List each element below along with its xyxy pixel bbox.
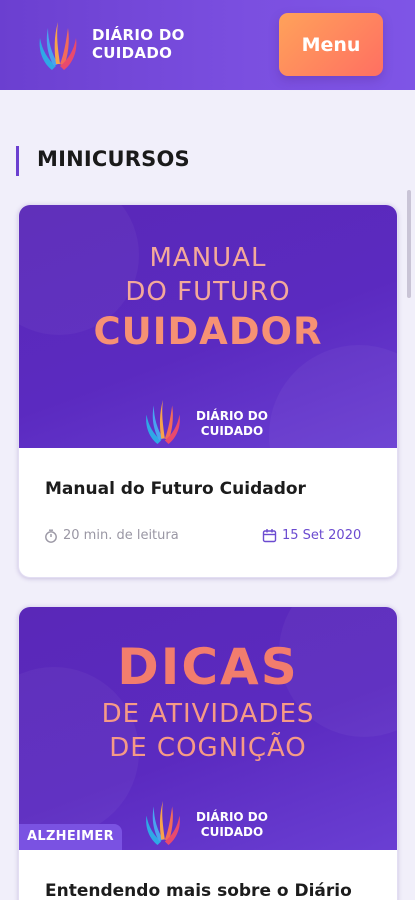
banner-brand-line-2: CUIDADO (200, 825, 264, 839)
logo-hands-icon (146, 801, 180, 845)
course-banner[interactable]: DICAS DE ATIVIDADES DE COGNIÇÃO DIÁRIO D… (19, 607, 397, 850)
banner-brand-line-2: CUIDADO (200, 424, 264, 438)
course-card[interactable]: MANUAL DO FUTURO CUIDADOR DIÁRIO DO CUID… (18, 204, 398, 578)
brand-name[interactable]: DIÁRIO DO CUIDADO (92, 26, 185, 62)
banner-brand-line-1: DIÁRIO DO (196, 409, 268, 423)
banner-line-3: CUIDADOR (93, 310, 323, 353)
banner-line-1: DICAS (117, 638, 299, 696)
course-banner[interactable]: MANUAL DO FUTURO CUIDADOR DIÁRIO DO CUID… (19, 205, 397, 448)
banner-line-3: DE COGNIÇÃO (109, 733, 307, 763)
publish-date-label: 15 Set 2020 (282, 528, 362, 543)
app-header: DIÁRIO DO CUIDADO Menu (0, 0, 415, 90)
publish-date: 15 Set 2020 (262, 528, 361, 543)
course-card[interactable]: DICAS DE ATIVIDADES DE COGNIÇÃO DIÁRIO D… (18, 606, 398, 900)
brand-line-2: CUIDADO (92, 44, 173, 62)
logo-hands-icon[interactable] (34, 20, 82, 72)
banner-brand: DIÁRIO DO CUIDADO (196, 810, 268, 840)
banner-brand: DIÁRIO DO CUIDADO (196, 409, 268, 439)
calendar-icon (262, 529, 277, 543)
menu-button[interactable]: Menu (279, 13, 383, 76)
category-tag[interactable]: ALZHEIMER (19, 824, 122, 850)
read-time: 20 min. de leitura (44, 528, 179, 543)
banner-line-2: DE ATIVIDADES (101, 699, 315, 729)
course-title[interactable]: Manual do Futuro Cuidador (45, 479, 306, 499)
brand-line-1: DIÁRIO DO (92, 26, 185, 44)
section-accent-bar (16, 146, 19, 176)
banner-line-1: MANUAL (149, 243, 267, 273)
scrollbar[interactable] (407, 190, 411, 298)
course-title[interactable]: Entendendo mais sobre o Diário (45, 881, 352, 900)
banner-line-2: DO FUTURO (125, 277, 291, 307)
timer-icon (45, 529, 57, 543)
section-title: MINICURSOS (37, 147, 190, 171)
read-time-label: 20 min. de leitura (63, 528, 179, 543)
banner-brand-line-1: DIÁRIO DO (196, 810, 268, 824)
logo-hands-icon (146, 400, 180, 444)
